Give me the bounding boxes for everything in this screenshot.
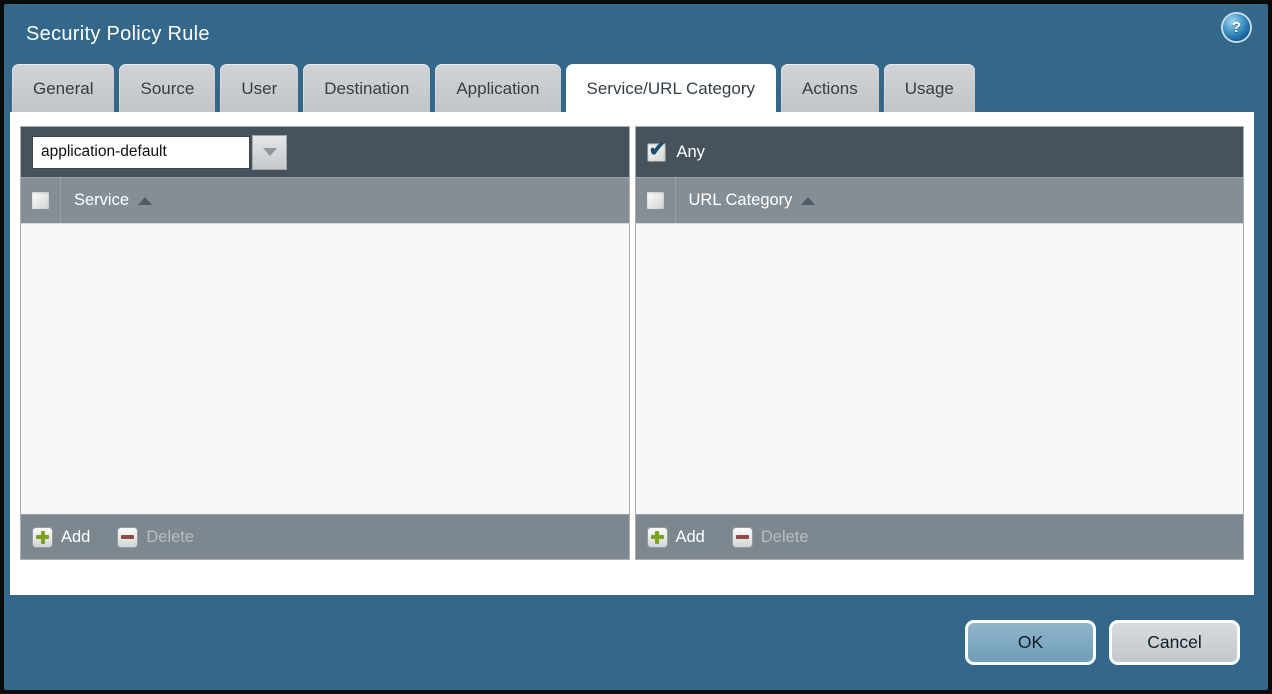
service-type-dropdown-value[interactable]: application-default xyxy=(32,136,250,169)
screen: Security Policy Rule ? General Source Us… xyxy=(0,0,1272,694)
service-type-dropdown[interactable]: application-default xyxy=(32,135,287,170)
tab-application[interactable]: Application xyxy=(435,64,560,112)
tab-general[interactable]: General xyxy=(12,64,114,112)
service-footer-toolbar: Add Delete xyxy=(21,514,629,559)
url-category-select-all-cell: ✔ xyxy=(636,178,676,223)
cancel-button[interactable]: Cancel xyxy=(1109,620,1240,665)
tab-content-service-url-category: application-default ✔ xyxy=(10,112,1254,595)
url-category-add-button[interactable]: Add xyxy=(647,527,705,548)
url-category-list xyxy=(636,223,1244,514)
dialog-title: Security Policy Rule xyxy=(26,23,210,46)
service-column-label[interactable]: Service xyxy=(74,191,152,210)
service-delete-button[interactable]: Delete xyxy=(117,527,194,548)
service-add-button[interactable]: Add xyxy=(32,527,90,548)
tab-usage[interactable]: Usage xyxy=(884,64,975,112)
delete-icon xyxy=(117,527,138,548)
service-type-dropdown-button[interactable] xyxy=(252,135,287,170)
tab-destination[interactable]: Destination xyxy=(303,64,430,112)
url-category-delete-button[interactable]: Delete xyxy=(732,527,809,548)
tab-source[interactable]: Source xyxy=(119,64,215,112)
service-column-header: ✔ Service xyxy=(21,177,629,223)
security-policy-rule-dialog: Security Policy Rule ? General Source Us… xyxy=(4,4,1268,690)
url-category-column-header: ✔ URL Category xyxy=(636,177,1244,223)
url-category-panel: ✔ Any ✔ URL Category xyxy=(635,126,1245,560)
check-icon: ✔ xyxy=(649,137,667,162)
service-list xyxy=(21,223,629,514)
help-icon[interactable]: ? xyxy=(1223,14,1250,41)
add-icon xyxy=(647,527,668,548)
url-category-select-all-checkbox[interactable]: ✔ xyxy=(646,191,665,210)
service-select-all-cell: ✔ xyxy=(21,178,61,223)
sort-ascending-icon xyxy=(138,197,152,205)
url-category-column-label[interactable]: URL Category xyxy=(689,191,816,210)
chevron-down-icon xyxy=(263,148,277,156)
title-bar: Security Policy Rule ? xyxy=(4,4,1268,64)
tab-strip: General Source User Destination Applicat… xyxy=(4,64,1268,112)
tab-user[interactable]: User xyxy=(220,64,298,112)
service-panel: application-default ✔ xyxy=(20,126,630,560)
question-mark-glyph: ? xyxy=(1232,19,1241,36)
delete-icon xyxy=(732,527,753,548)
sort-ascending-icon xyxy=(801,197,815,205)
service-select-all-checkbox[interactable]: ✔ xyxy=(31,191,50,210)
tab-service-url-category[interactable]: Service/URL Category xyxy=(566,64,777,112)
add-icon xyxy=(32,527,53,548)
url-category-toolbar: ✔ Any xyxy=(636,127,1244,177)
dialog-action-bar: OK Cancel xyxy=(4,595,1268,690)
url-category-footer-toolbar: Add Delete xyxy=(636,514,1244,559)
any-checkbox[interactable]: ✔ xyxy=(647,143,666,162)
panels-row: application-default ✔ xyxy=(20,126,1244,560)
ok-button[interactable]: OK xyxy=(965,620,1096,665)
tab-actions[interactable]: Actions xyxy=(781,64,879,112)
service-toolbar: application-default xyxy=(21,127,629,177)
any-label: Any xyxy=(677,143,705,162)
